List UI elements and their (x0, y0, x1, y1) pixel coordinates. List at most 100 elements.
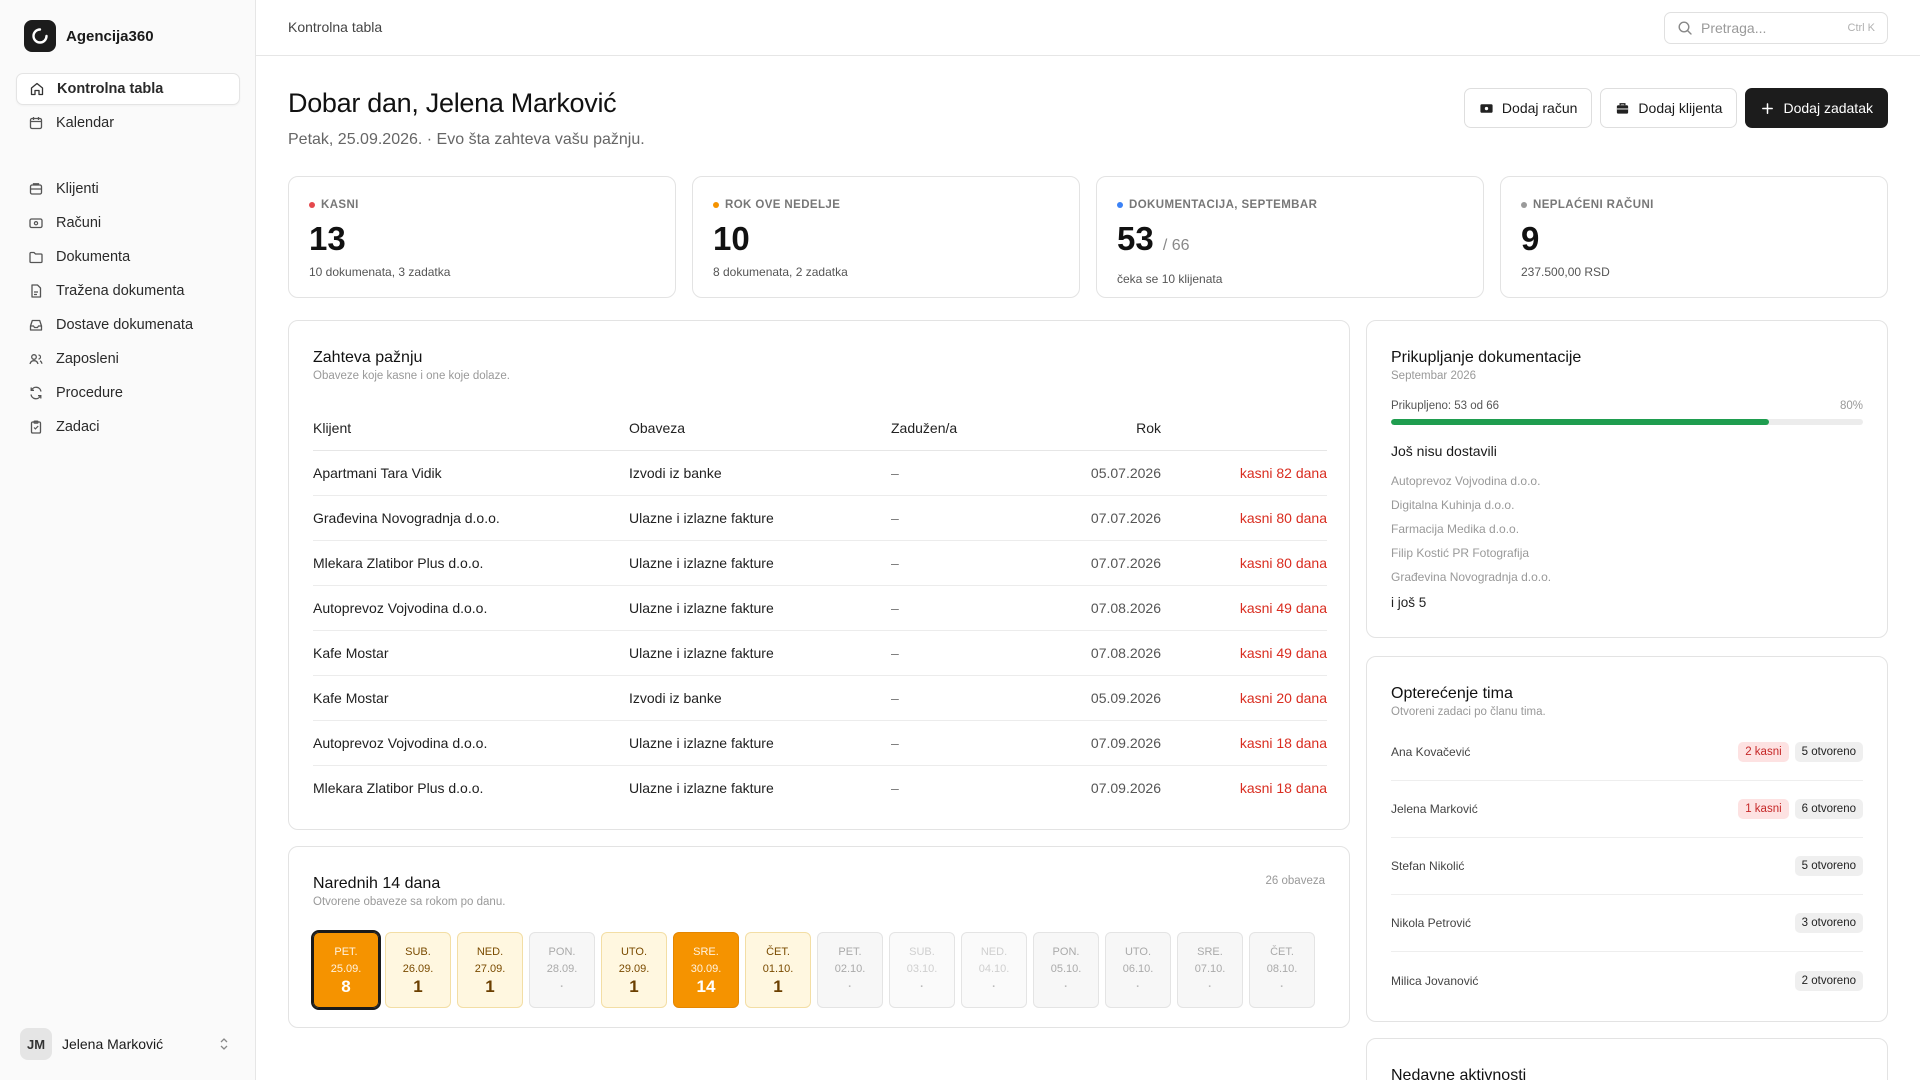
cell-client: Građevina Novogradnja d.o.o. (313, 495, 629, 541)
sidebar-item-label: Računi (56, 215, 102, 231)
column-header-assignee[interactable]: Zadužen/a (891, 406, 1055, 451)
stat-card-due-week[interactable]: ROK OVE NEDELJE 10 8 dokumenata, 2 zadat… (692, 176, 1080, 298)
sidebar-item-documents[interactable]: Dokumenta (16, 241, 240, 273)
list-item[interactable]: Digitalna Kuhinja d.o.o. (1391, 493, 1863, 517)
day-cell[interactable]: SUB. 03.10. · (889, 932, 955, 1008)
cell-due: 07.07.2026 (1055, 540, 1161, 586)
sidebar-item-invoices[interactable]: Računi (16, 207, 240, 239)
column-header-obligation[interactable]: Obaveza (629, 406, 891, 451)
day-cell[interactable]: SRE. 07.10. · (1177, 932, 1243, 1008)
sidebar-item-employees[interactable]: Zaposleni (16, 343, 240, 375)
day-cell[interactable]: PON. 28.09. · (529, 932, 595, 1008)
cell-status: kasni 82 dana (1161, 450, 1327, 496)
table-row[interactable]: Mlekara Zlatibor Plus d.o.o. Ulazne i izl… (313, 540, 1327, 586)
card-subtitle: Otvoreni zadaci po članu tima. (1391, 706, 1546, 718)
cell-client: Apartmani Tara Vidik (313, 450, 629, 496)
sidebar-item-label: Dokumenta (56, 249, 131, 265)
inbox-icon (29, 319, 43, 331)
cell-assignee: – (891, 540, 1055, 586)
header-actions: Dodaj račun Dodaj klijenta Dodaj zadatak (1463, 88, 1888, 128)
topbar: Kontrolna tabla Ctrl K (256, 0, 1920, 56)
search-input[interactable] (1701, 20, 1840, 36)
add-client-button[interactable]: Dodaj klijenta (1600, 88, 1738, 128)
add-task-label: Dodaj zadatak (1783, 100, 1873, 116)
add-invoice-button[interactable]: Dodaj račun (1463, 88, 1593, 128)
day-cell[interactable]: PET. 25.09. 8 (311, 930, 381, 1010)
table-row[interactable]: Mlekara Zlatibor Plus d.o.o. Ulazne i izl… (313, 765, 1327, 810)
plus-icon (1762, 102, 1774, 114)
column-header-status (1161, 406, 1327, 451)
day-cell[interactable]: PON. 05.10. · (1033, 932, 1099, 1008)
day-cell[interactable]: UTO. 06.10. · (1105, 932, 1171, 1008)
day-count: 1 (413, 976, 423, 996)
column-header-due[interactable]: Rok (1055, 406, 1161, 451)
column-header-client[interactable]: Klijent (313, 406, 629, 451)
member-name: Milica Jovanović (1391, 973, 1479, 988)
team-member-row[interactable]: Stefan Nikolić 5 otvoreno (1391, 838, 1863, 895)
list-item[interactable]: Autoprevoz Vojvodina d.o.o. (1391, 469, 1863, 493)
docs-collection-card: Prikupljanje dokumentacije Septembar 202… (1366, 320, 1888, 638)
day-cell[interactable]: UTO. 29.09. 1 (601, 932, 667, 1008)
day-count: 1 (485, 976, 495, 996)
app-name: Agencija360 (66, 27, 154, 45)
stat-card-unpaid[interactable]: NEPLAĆENI RAČUNI 9 237.500,00 RSD (1500, 176, 1888, 298)
cell-status: kasni 49 dana (1161, 585, 1327, 631)
cell-due: 07.09.2026 (1055, 720, 1161, 766)
stat-card-documentation[interactable]: DOKUMENTACIJA, SEPTEMBAR 53 / 66 čeka se… (1096, 176, 1484, 298)
attention-card: Zahteva pažnju Obaveze koje kasne i one … (288, 320, 1350, 830)
sidebar-item-tasks[interactable]: Zadaci (16, 411, 240, 443)
cell-status: kasni 18 dana (1239, 779, 1327, 796)
day-cell[interactable]: SRE. 30.09. 14 (673, 932, 739, 1008)
cell-due: 05.07.2026 (1055, 450, 1161, 496)
day-cell[interactable]: SUB. 26.09. 1 (385, 932, 451, 1008)
sidebar-item-dashboard[interactable]: Kontrolna tabla (16, 73, 240, 105)
member-name: Ana Kovačević (1391, 745, 1471, 759)
day-date: 05.10. (1050, 962, 1082, 975)
sidebar-item-requested-documents[interactable]: Tražena dokumenta (16, 275, 240, 307)
day-cell[interactable]: ČET. 01.10. 1 (745, 932, 811, 1008)
member-name: Jelena Marković (1391, 802, 1478, 816)
brand[interactable]: Agencija360 (24, 20, 154, 52)
table-row[interactable]: Autoprevoz Vojvodina d.o.o. Ulazne i izla… (313, 720, 1327, 766)
cell-client: Mlekara Zlatibor Plus d.o.o. (313, 779, 484, 796)
stat-card-late[interactable]: KASNI 13 10 dokumenata, 3 zadatka (288, 176, 676, 298)
cell-obligation: Izvodi iz banke (629, 450, 891, 496)
day-cell[interactable]: NED. 27.09. 1 (457, 932, 523, 1008)
day-cell[interactable]: NED. 04.10. · (961, 932, 1027, 1008)
team-member-row[interactable]: Milica Jovanović 2 otvoreno (1391, 952, 1863, 1009)
cell-client: Kafe Mostar (313, 675, 629, 721)
sidebar-item-clients[interactable]: Klijenti (16, 173, 240, 205)
team-member-row[interactable]: Jelena Marković 1 kasni 6 otvoreno (1391, 781, 1863, 838)
late-badge: 2 kasni (1738, 742, 1789, 762)
user-menu[interactable]: JM Jelena Marković (20, 1028, 230, 1060)
table-row[interactable]: Autoprevoz Vojvodina d.o.o. Ulazne i izla… (313, 585, 1327, 631)
sidebar-item-procedures[interactable]: Procedure (16, 377, 240, 409)
stat-label: DOKUMENTACIJA, SEPTEMBAR (1129, 199, 1318, 211)
sidebar-item-label: Zaposleni (56, 351, 119, 367)
day-cell[interactable]: ČET. 08.10. · (1249, 932, 1315, 1008)
open-badge: 2 otvoreno (1794, 970, 1863, 991)
search-box[interactable]: Ctrl K (1664, 12, 1888, 44)
add-invoice-label: Dodaj račun (1501, 100, 1578, 116)
cell-due: 07.09.2026 (1090, 779, 1161, 796)
list-item[interactable]: Građevina Novogradnja d.o.o. (1391, 565, 1863, 589)
add-task-button[interactable]: Dodaj zadatak (1745, 88, 1888, 128)
more-link[interactable]: i još 5 (1391, 595, 1863, 610)
calendar-icon (29, 117, 43, 130)
stat-of-total: / 66 (1162, 237, 1190, 254)
list-item[interactable]: Filip Kostić PR Fotografija (1391, 541, 1863, 565)
list-item[interactable]: Farmacija Medika d.o.o. (1391, 517, 1863, 541)
stat-value: 10 (713, 220, 750, 257)
member-name: Stefan Nikolić (1391, 859, 1465, 873)
day-cell[interactable]: PET. 02.10. · (817, 932, 883, 1008)
progress-label: Prikupljeno: 53 od 66 (1391, 400, 1500, 412)
sidebar-item-document-deliveries[interactable]: Dostave dokumenata (16, 309, 240, 341)
team-member-row[interactable]: Ana Kovačević 2 kasni 5 otvoreno (1391, 724, 1863, 781)
cell-status: kasni 49 dana (1161, 630, 1327, 676)
team-member-row[interactable]: Nikola Petrović 3 otvoreno (1391, 895, 1863, 952)
table-row[interactable]: Apartmani Tara Vidik Izvodi iz banke –05.0… (313, 450, 1327, 496)
sidebar-item-calendar[interactable]: Kalendar (16, 107, 240, 139)
table-row[interactable]: Kafe Mostar Ulazne i izlazne fakture –07.0… (313, 630, 1327, 676)
table-row[interactable]: Građevina Novogradnja d.o.o. Ulazne i izl… (313, 495, 1327, 541)
table-row[interactable]: Kafe Mostar Izvodi iz banke –05.09.2026 kas… (313, 675, 1327, 721)
